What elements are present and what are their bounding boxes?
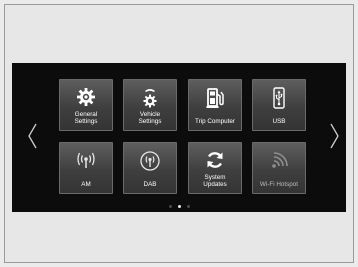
tile-usb[interactable]: USB [252,79,306,131]
next-page-arrow[interactable] [326,121,342,151]
am-antenna-icon [60,150,112,170]
chevron-right-icon [329,123,339,149]
dab-antenna-icon [124,150,176,171]
page-dot[interactable] [168,205,172,208]
wifi-icon [253,150,305,170]
tile-am[interactable]: AM [59,142,113,194]
tile-system-updates[interactable]: System Updates [188,142,242,194]
home-screen-display: General Settings Vehicle Settings Trip C… [12,63,346,212]
page-dot-active[interactable] [177,205,181,208]
tile-label: USB [272,117,286,125]
tile-general-settings[interactable]: General Settings [59,79,113,131]
tile-dab[interactable]: DAB [123,142,177,194]
tile-label: Vehicle Settings [138,110,162,125]
tile-vehicle-settings[interactable]: Vehicle Settings [123,79,177,131]
tile-label: General Settings [74,110,98,125]
tile-label: DAB [143,180,157,188]
tile-label: Trip Computer [194,117,235,125]
tile-label: Wi-Fi Hotspot [259,180,299,188]
usb-icon [253,87,305,109]
vehicle-gear-icon [124,87,176,108]
gear-icon [60,87,112,107]
tile-label: System Updates [203,173,227,188]
tile-trip-computer[interactable]: Trip Computer [188,79,242,131]
chevron-left-icon [27,123,37,149]
page-dot[interactable] [186,205,190,208]
fuel-pump-icon [189,87,241,108]
previous-page-arrow[interactable] [24,121,40,151]
tile-wifi-hotspot[interactable]: Wi-Fi Hotspot [252,142,306,194]
refresh-icon [189,150,241,170]
page-indicator [12,205,346,208]
tile-label: AM [81,180,91,188]
